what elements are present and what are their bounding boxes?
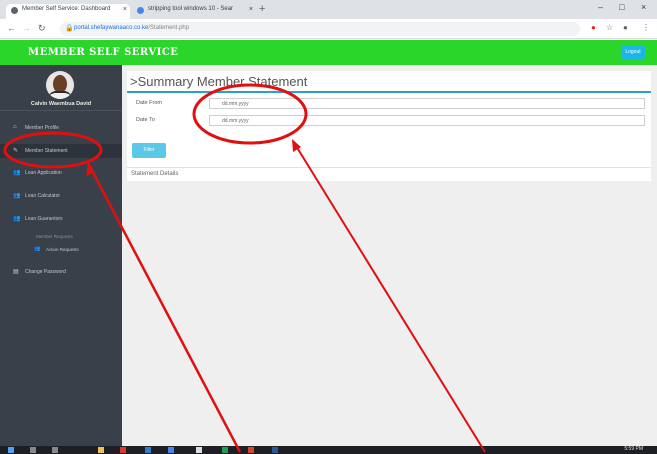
windows-start-icon[interactable] — [8, 447, 14, 453]
close-icon[interactable]: × — [249, 6, 253, 13]
powerpoint-icon[interactable] — [248, 447, 254, 453]
date-to-field[interactable]: dd.mm.yyyy — [209, 115, 645, 126]
word-icon[interactable] — [145, 447, 151, 453]
sidebar-subheading: Member Requests — [0, 232, 122, 242]
pencil-icon: ✎ — [13, 148, 19, 154]
date-from-field[interactable]: dd.mm.yyyy — [209, 98, 645, 109]
menu-icon[interactable]: ⋮ — [642, 23, 650, 32]
date-to-placeholder: dd.mm.yyyy — [222, 118, 249, 124]
users-icon: 👥 — [13, 193, 21, 199]
user-name: Calvin Waembua David — [30, 101, 92, 107]
url-input[interactable]: 🔒 portal.shefaywanaaco.co.ke/Statement.p… — [60, 22, 580, 36]
sidebar-item-label: Loan Calculator — [25, 193, 61, 199]
close-icon[interactable]: × — [123, 6, 127, 13]
sidebar-item-member-statement[interactable]: ✎ Member Statement — [0, 144, 122, 158]
app-header: MEMBER SELF SERVICE Logout — [0, 40, 657, 65]
date-from-placeholder: dd.mm.yyyy — [222, 101, 249, 107]
sidebar-item-label: Loan Guarantors — [25, 216, 63, 222]
calculator-icon[interactable] — [196, 447, 202, 453]
new-tab-icon[interactable]: + — [259, 3, 265, 15]
lock-icon: 🔒 — [65, 25, 74, 32]
avatar — [46, 71, 74, 99]
minimize-icon[interactable]: – — [598, 2, 603, 12]
sidebar-item-label: Loan Application — [25, 170, 62, 176]
url-host: portal.shefaywanaaco.co.ke — [74, 25, 149, 31]
sidebar-item-change-password[interactable]: ▤ Change Password — [0, 265, 122, 279]
profile-icon[interactable]: ● — [623, 23, 628, 32]
window-close-icon[interactable]: × — [641, 2, 646, 12]
document-icon: ▤ — [13, 269, 19, 275]
main-content: >Summary Member Statement Date From dd.m… — [122, 65, 657, 446]
page-title: >Summary Member Statement — [130, 74, 308, 89]
extension-icon[interactable]: ● — [591, 23, 596, 32]
maximize-icon[interactable]: □ — [619, 2, 624, 12]
search-icon[interactable] — [30, 447, 36, 453]
statement-details-title: Statement Details — [131, 171, 179, 177]
sidebar-subitem-label: Action Requests — [46, 247, 79, 252]
sidebar-subheading-label: Member Requests — [36, 234, 73, 239]
reload-icon[interactable]: ↻ — [38, 23, 46, 34]
tab-title: Member Self Service: Dashboard — [22, 6, 111, 12]
date-from-label: Date From — [136, 100, 162, 106]
outlook-icon[interactable] — [272, 447, 278, 453]
sidebar-item-loan-application[interactable]: 👥 Loan Application — [0, 166, 122, 180]
sidebar-item-loan-guarantors[interactable]: 👥 Loan Guarantors — [0, 212, 122, 226]
sidebar-subitem-action-requests[interactable]: 👥 Action Requests — [0, 245, 122, 255]
sidebar-item-loan-calculator[interactable]: 👥 Loan Calculator — [0, 189, 122, 203]
back-icon[interactable]: ← — [7, 23, 16, 33]
google-icon — [137, 7, 144, 14]
sidebar-item-member-profile[interactable]: ⌂ Member Profile — [0, 121, 122, 135]
task-view-icon[interactable] — [52, 447, 58, 453]
taskbar: 5:59 PM — [0, 446, 657, 454]
url-path: /Statement.php — [148, 25, 190, 31]
filter-button[interactable]: Filter — [132, 143, 166, 158]
date-to-label: Date To — [136, 117, 155, 123]
users-icon: 👥 — [13, 170, 21, 176]
statement-panel: >Summary Member Statement Date From dd.m… — [127, 71, 651, 181]
sidebar-item-label: Member Statement — [25, 148, 68, 154]
users-icon: 👥 — [34, 246, 41, 252]
app-icon[interactable] — [120, 447, 126, 453]
sidebar-item-label: Member Profile — [25, 125, 59, 131]
sidebar-item-label: Change Password — [25, 269, 66, 275]
favicon-icon — [11, 7, 18, 14]
taskbar-clock: 5:59 PM — [624, 446, 643, 452]
chrome-icon[interactable] — [168, 447, 174, 453]
forward-icon[interactable]: → — [22, 23, 31, 33]
app-title: MEMBER SELF SERVICE — [28, 47, 179, 58]
logout-button[interactable]: Logout — [621, 46, 645, 59]
star-icon[interactable]: ☆ — [606, 23, 613, 32]
excel-icon[interactable] — [222, 447, 228, 453]
browser-tab-dashboard[interactable]: Member Self Service: Dashboard × — [6, 4, 130, 19]
file-explorer-icon[interactable] — [98, 447, 104, 453]
home-icon: ⌂ — [13, 124, 17, 130]
sidebar: Calvin Waembua David ⌂ Member Profile ✎ … — [0, 65, 122, 446]
users-icon: 👥 — [13, 216, 21, 222]
tab-title: stripping tool windows 10 - Sear — [148, 6, 234, 12]
address-bar: ← → ↻ 🔒 portal.shefaywanaaco.co.ke/State… — [0, 19, 657, 39]
browser-tab-search[interactable]: stripping tool windows 10 - Sear × — [132, 4, 256, 19]
browser-tab-bar: Member Self Service: Dashboard × strippi… — [0, 0, 657, 19]
